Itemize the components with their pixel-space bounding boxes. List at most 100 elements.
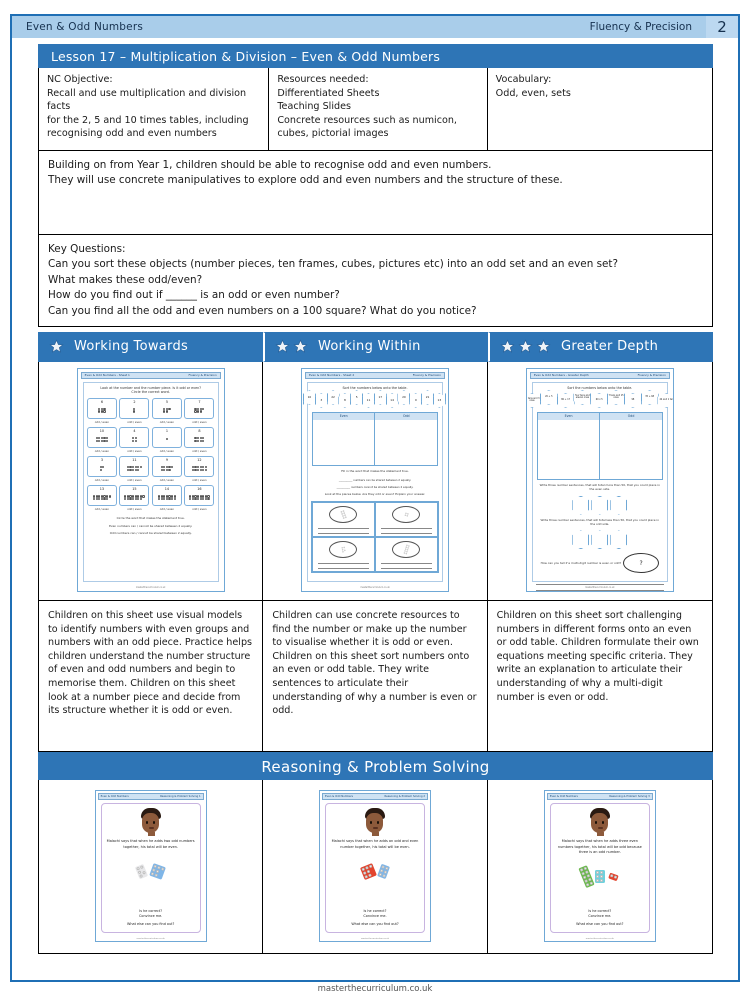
number-card-box: 5 <box>151 397 182 419</box>
description-greater-depth: Children on this sheet sort challenging … <box>496 609 699 703</box>
numicon-shape-even <box>376 863 391 880</box>
worksheet-thumbnail-2[interactable]: Even & Odd Numbers - Sheet 2 Fluency & P… <box>300 367 449 592</box>
number-card: 4 odd / even <box>119 426 150 453</box>
number-card-box: 6 <box>86 397 117 419</box>
reasoning-cell-1: Even & Odd Numbers Reasoning & Problem S… <box>39 779 264 953</box>
number-card-value: 15 <box>132 487 137 492</box>
worksheet-2-mid-instruction: Fill in the word that makes the statemen… <box>341 468 409 473</box>
number-card-box: 14 <box>151 485 182 507</box>
number-card: 15 odd / even <box>119 485 150 511</box>
numicon-shape-icon <box>132 434 137 444</box>
number-card-value: 14 <box>164 487 170 492</box>
number-hexagon: 22 <box>326 390 340 405</box>
number-card: 8 odd / even <box>184 426 215 453</box>
resources-cell: Resources needed: Differentiated Sheets … <box>269 68 488 150</box>
numicon-shape-icon <box>194 434 205 444</box>
key-question-4: Can you find all the odd and even number… <box>48 304 477 317</box>
worksheet-3-header: Even & Odd Numbers - Greater Depth Fluen… <box>529 371 670 379</box>
number-card-value: 9 <box>165 458 168 463</box>
numicon-shape-icon <box>158 493 176 503</box>
number-hexagon: 5 <box>350 390 364 405</box>
worksheet-thumbnail-3[interactable]: Even & Odd Numbers - Greater Depth Fluen… <box>525 367 674 592</box>
malachi-avatar-icon <box>362 808 388 837</box>
worksheet-3-body: Sort the numbers below onto the table. t… <box>526 381 673 591</box>
number-card-value: 4 <box>133 429 136 433</box>
number-card: 10 odd / even <box>86 426 118 453</box>
worksheet-2-col-odd: Odd <box>402 413 410 418</box>
numicon-shape-odd <box>148 863 166 881</box>
reasoning-card-1-header: Even & Odd Numbers Reasoning & Problem S… <box>97 793 204 801</box>
numicon-shape-icon <box>133 405 136 415</box>
odd-even-label: odd / even <box>127 448 142 453</box>
star-rating-2 <box>265 339 308 354</box>
number-hexagon: 10 <box>302 390 316 405</box>
reasoning-card-1[interactable]: Even & Odd Numbers Reasoning & Problem S… <box>94 790 207 943</box>
odd-even-label: odd / even <box>94 478 110 483</box>
worksheet-1-statement-2: Odd numbers can / cannot be shared betwe… <box>109 531 192 536</box>
number-hexagon: 11 <box>361 393 375 408</box>
answer-lines <box>317 560 370 569</box>
star-icon <box>500 339 515 354</box>
numicon-shape-icon <box>165 434 168 444</box>
worksheet-cell-1: Even & Odd Numbers - Sheet 1 Fluency & P… <box>39 361 264 600</box>
reasoning-card-2[interactable]: Even & Odd Numbers Reasoning & Problem S… <box>318 790 431 943</box>
header-section-title: Fluency & Precision <box>589 21 692 33</box>
nc-objective-cell: NC Objective: Recall and use multiplicat… <box>39 68 270 150</box>
resources-line-3: Concrete resources such as numicon, <box>277 114 457 126</box>
thought-cloud-icon <box>392 506 421 524</box>
worksheet-3-title: Sort the numbers below onto the table. <box>567 385 633 390</box>
worksheet-3-header-right: Fluency & Precision <box>637 373 666 378</box>
number-card-box: 16 <box>184 485 215 507</box>
star-icon <box>518 339 533 354</box>
numicon-shape-icon <box>99 464 105 474</box>
odd-even-label: odd / even <box>192 448 207 453</box>
number-card: 9 odd / even <box>151 455 183 482</box>
reasoning-card-3-prompt-3: What else can you find out? <box>576 922 624 927</box>
number-card-box: 15 <box>119 485 150 507</box>
diff-label-greater-depth: Greater Depth <box>561 339 659 355</box>
number-hexagon: 17 <box>373 390 387 405</box>
number-hexagon: 80 + 17 <box>556 393 575 408</box>
worksheet-thumbnail-1[interactable]: Even & Odd Numbers - Sheet 1 Fluency & P… <box>76 367 225 592</box>
reasoning-card-2-prompt-2: Convince me. <box>363 914 387 919</box>
blank-hexagon <box>572 495 590 515</box>
reasoning-card-3-question: Malachi says that when he adds three eve… <box>557 839 642 854</box>
worksheet-3-instruction-3: How can you tell if a multi-digit number… <box>540 561 622 566</box>
reasoning-card-1-header-left: Even & Odd Numbers <box>100 795 129 799</box>
star-icon <box>293 339 308 354</box>
differentiation-description-row: Children on this sheet use visual models… <box>38 600 713 752</box>
reasoning-card-3-footer: masterthecurriculum.co.uk <box>585 938 614 941</box>
reasoning-card-2-header-right: Reasoning & Problem Solving 2 <box>384 795 425 799</box>
number-card-box: 13 <box>86 485 117 507</box>
worksheet-1-header-left: Even & Odd Numbers - Sheet 1 <box>84 373 130 378</box>
reasoning-card-2-prompt-1: Is he correct? <box>363 909 387 914</box>
numicon-shape-icon <box>93 493 111 503</box>
reasoning-card-2-prompts: Is he correct? Convince me. What else ca… <box>351 909 398 929</box>
worksheet-3-final-question-row: How can you tell if a multi-digit number… <box>536 553 664 574</box>
star-icon <box>49 339 64 354</box>
number-hexagon: 20 <box>397 390 411 405</box>
number-hexagon: 17 tens and 3 ones <box>526 393 541 408</box>
reasoning-card-3-prompt-1: Is he correct? <box>588 909 612 914</box>
number-card: 5 odd / even <box>151 397 183 424</box>
blank-hexagon <box>572 530 590 550</box>
odd-even-label: odd / even <box>127 478 142 483</box>
numicon-shape-even <box>595 869 605 884</box>
worksheet-3-sort-table: Even Odd <box>536 411 663 480</box>
worksheet-2-header-right: Fluency & Precision <box>412 373 441 378</box>
reasoning-card-3-header: Even & Odd Numbers Reasoning & Problem S… <box>546 793 653 801</box>
odd-even-label: odd / even <box>159 448 175 453</box>
number-card-box: 7 <box>184 397 215 419</box>
worksheet-1-statements: Circle the word that makes the statement… <box>87 516 215 535</box>
resources-line-2: Teaching Slides <box>277 101 351 113</box>
number-hexagon: 13 <box>432 393 446 408</box>
worksheet-3-instruction-2: Write three number sentences, that will … <box>540 517 660 526</box>
reasoning-card-3[interactable]: Even & Odd Numbers Reasoning & Problem S… <box>543 790 656 943</box>
worksheet-2-table-body <box>313 419 437 465</box>
thought-cell <box>374 536 438 572</box>
worksheet-2-footer: masterthecurriculum.co.uk <box>360 586 390 590</box>
worksheet-3-header-left: Even & Odd Numbers - Greater Depth <box>533 373 589 378</box>
number-card-value: 12 <box>197 458 202 463</box>
worksheet-2-hex-strip: 618251032285111714209211316237 <box>301 390 448 408</box>
header-topic-title: Even & Odd Numbers <box>26 21 144 33</box>
